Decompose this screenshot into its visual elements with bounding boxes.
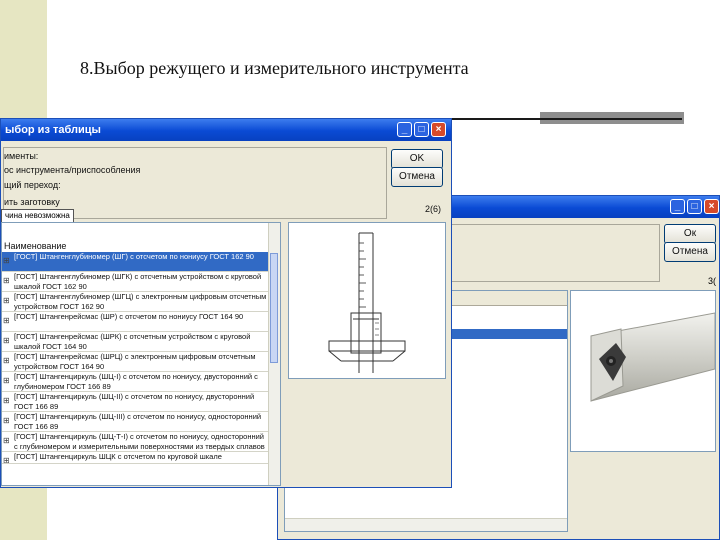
info-line: щий переход: <box>4 180 61 190</box>
expand-icon[interactable]: ⊞ <box>3 416 10 426</box>
expand-icon[interactable]: ⊞ <box>3 336 10 346</box>
expand-icon[interactable]: ⊞ <box>3 376 10 386</box>
table-row[interactable]: ⊞ [ГОСТ] Штангенрейсмас (ШР) с отсчетом п… <box>2 312 268 332</box>
scrollbar-thumb[interactable] <box>270 253 278 363</box>
tool-list-hscroll[interactable] <box>285 518 567 531</box>
expand-icon[interactable]: ⊞ <box>3 456 10 463</box>
expand-icon[interactable]: ⊞ <box>3 356 10 366</box>
minimize-icon[interactable]: _ <box>670 199 685 214</box>
status-badge: чина невозможна <box>1 209 74 223</box>
list-header: Наименование <box>4 241 67 251</box>
tool-cancel-button[interactable]: Отмена <box>664 242 716 262</box>
depth-gauge-drawing <box>328 232 406 373</box>
tool-preview <box>570 290 716 452</box>
table-row[interactable]: ⊞ [ГОСТ] Штангенциркуль (ШЦ-III) с отсчет… <box>2 412 268 432</box>
table-row[interactable]: ⊞ [ГОСТ] Штангенглубиномер (ШГ) с отсчето… <box>2 252 268 272</box>
expand-icon[interactable]: ⊞ <box>3 276 10 286</box>
slide-decor-line <box>450 118 682 120</box>
list-scrollbar[interactable] <box>268 223 280 485</box>
cancel-button[interactable]: Отмена <box>391 167 443 187</box>
minimize-icon[interactable]: _ <box>397 122 412 137</box>
table-row[interactable]: ⊞ [ГОСТ] Штангенрейсмас (ШРК) с отсчетным… <box>2 332 268 352</box>
table-row[interactable]: ⊞ [ГОСТ] Штангенглубиномер (ШГЦ) с электр… <box>2 292 268 312</box>
expand-icon[interactable]: ⊞ <box>3 396 10 406</box>
window-titlebar[interactable]: ыбор из таблицы <box>1 119 451 141</box>
tool-counter: 3( <box>708 276 717 286</box>
list-rows: ⊞ [ГОСТ] Штангенглубиномер (ШГ) с отсчето… <box>2 252 268 464</box>
cutting-tool-image <box>590 312 716 402</box>
slide-title: 8.Выбор режущего и измерительного инстру… <box>80 58 469 78</box>
ok-button[interactable]: OK <box>391 149 443 169</box>
expand-icon[interactable]: ⊞ <box>3 256 10 266</box>
info-line: именты: <box>4 151 39 161</box>
instrument-drawing <box>288 222 446 379</box>
maximize-icon[interactable]: □ <box>687 199 702 214</box>
table-row[interactable]: ⊞ [ГОСТ] Штангенциркуль ШЦК с отсчетом по… <box>2 452 268 464</box>
table-row[interactable]: ⊞ [ГОСТ] Штангенциркуль (ШЦ-I) с отсчетом… <box>2 372 268 392</box>
maximize-icon[interactable]: □ <box>414 122 429 137</box>
close-icon[interactable]: × <box>704 199 719 214</box>
table-row[interactable]: ⊞ [ГОСТ] Штангенглубиномер (ШГК) с отсчет… <box>2 272 268 292</box>
close-icon[interactable]: × <box>431 122 446 137</box>
record-counter: 2(6) <box>425 204 442 214</box>
expand-icon[interactable]: ⊞ <box>3 436 10 446</box>
instrument-list[interactable]: Наименование ⊞ [ГОСТ] Штангенглубиномер (… <box>1 222 281 486</box>
info-line: ить заготовку <box>4 197 60 207</box>
table-selection-window: ыбор из таблицы _ □ × именты: ос инструм… <box>0 118 452 488</box>
info-line: ос инструмента/приспособления <box>4 165 141 175</box>
table-row[interactable]: ⊞ [ГОСТ] Штангенциркуль (ШЦ-II) с отсчето… <box>2 392 268 412</box>
expand-icon[interactable]: ⊞ <box>3 316 10 326</box>
table-row[interactable]: ⊞ [ГОСТ] Штангенрейсмас (ШРЦ) с электронн… <box>2 352 268 372</box>
tool-ok-button[interactable]: Ок <box>664 224 716 244</box>
table-row[interactable]: ⊞ [ГОСТ] Штангенциркуль (ШЦ-Т-I) с отсчет… <box>2 432 268 452</box>
expand-icon[interactable]: ⊞ <box>3 296 10 306</box>
